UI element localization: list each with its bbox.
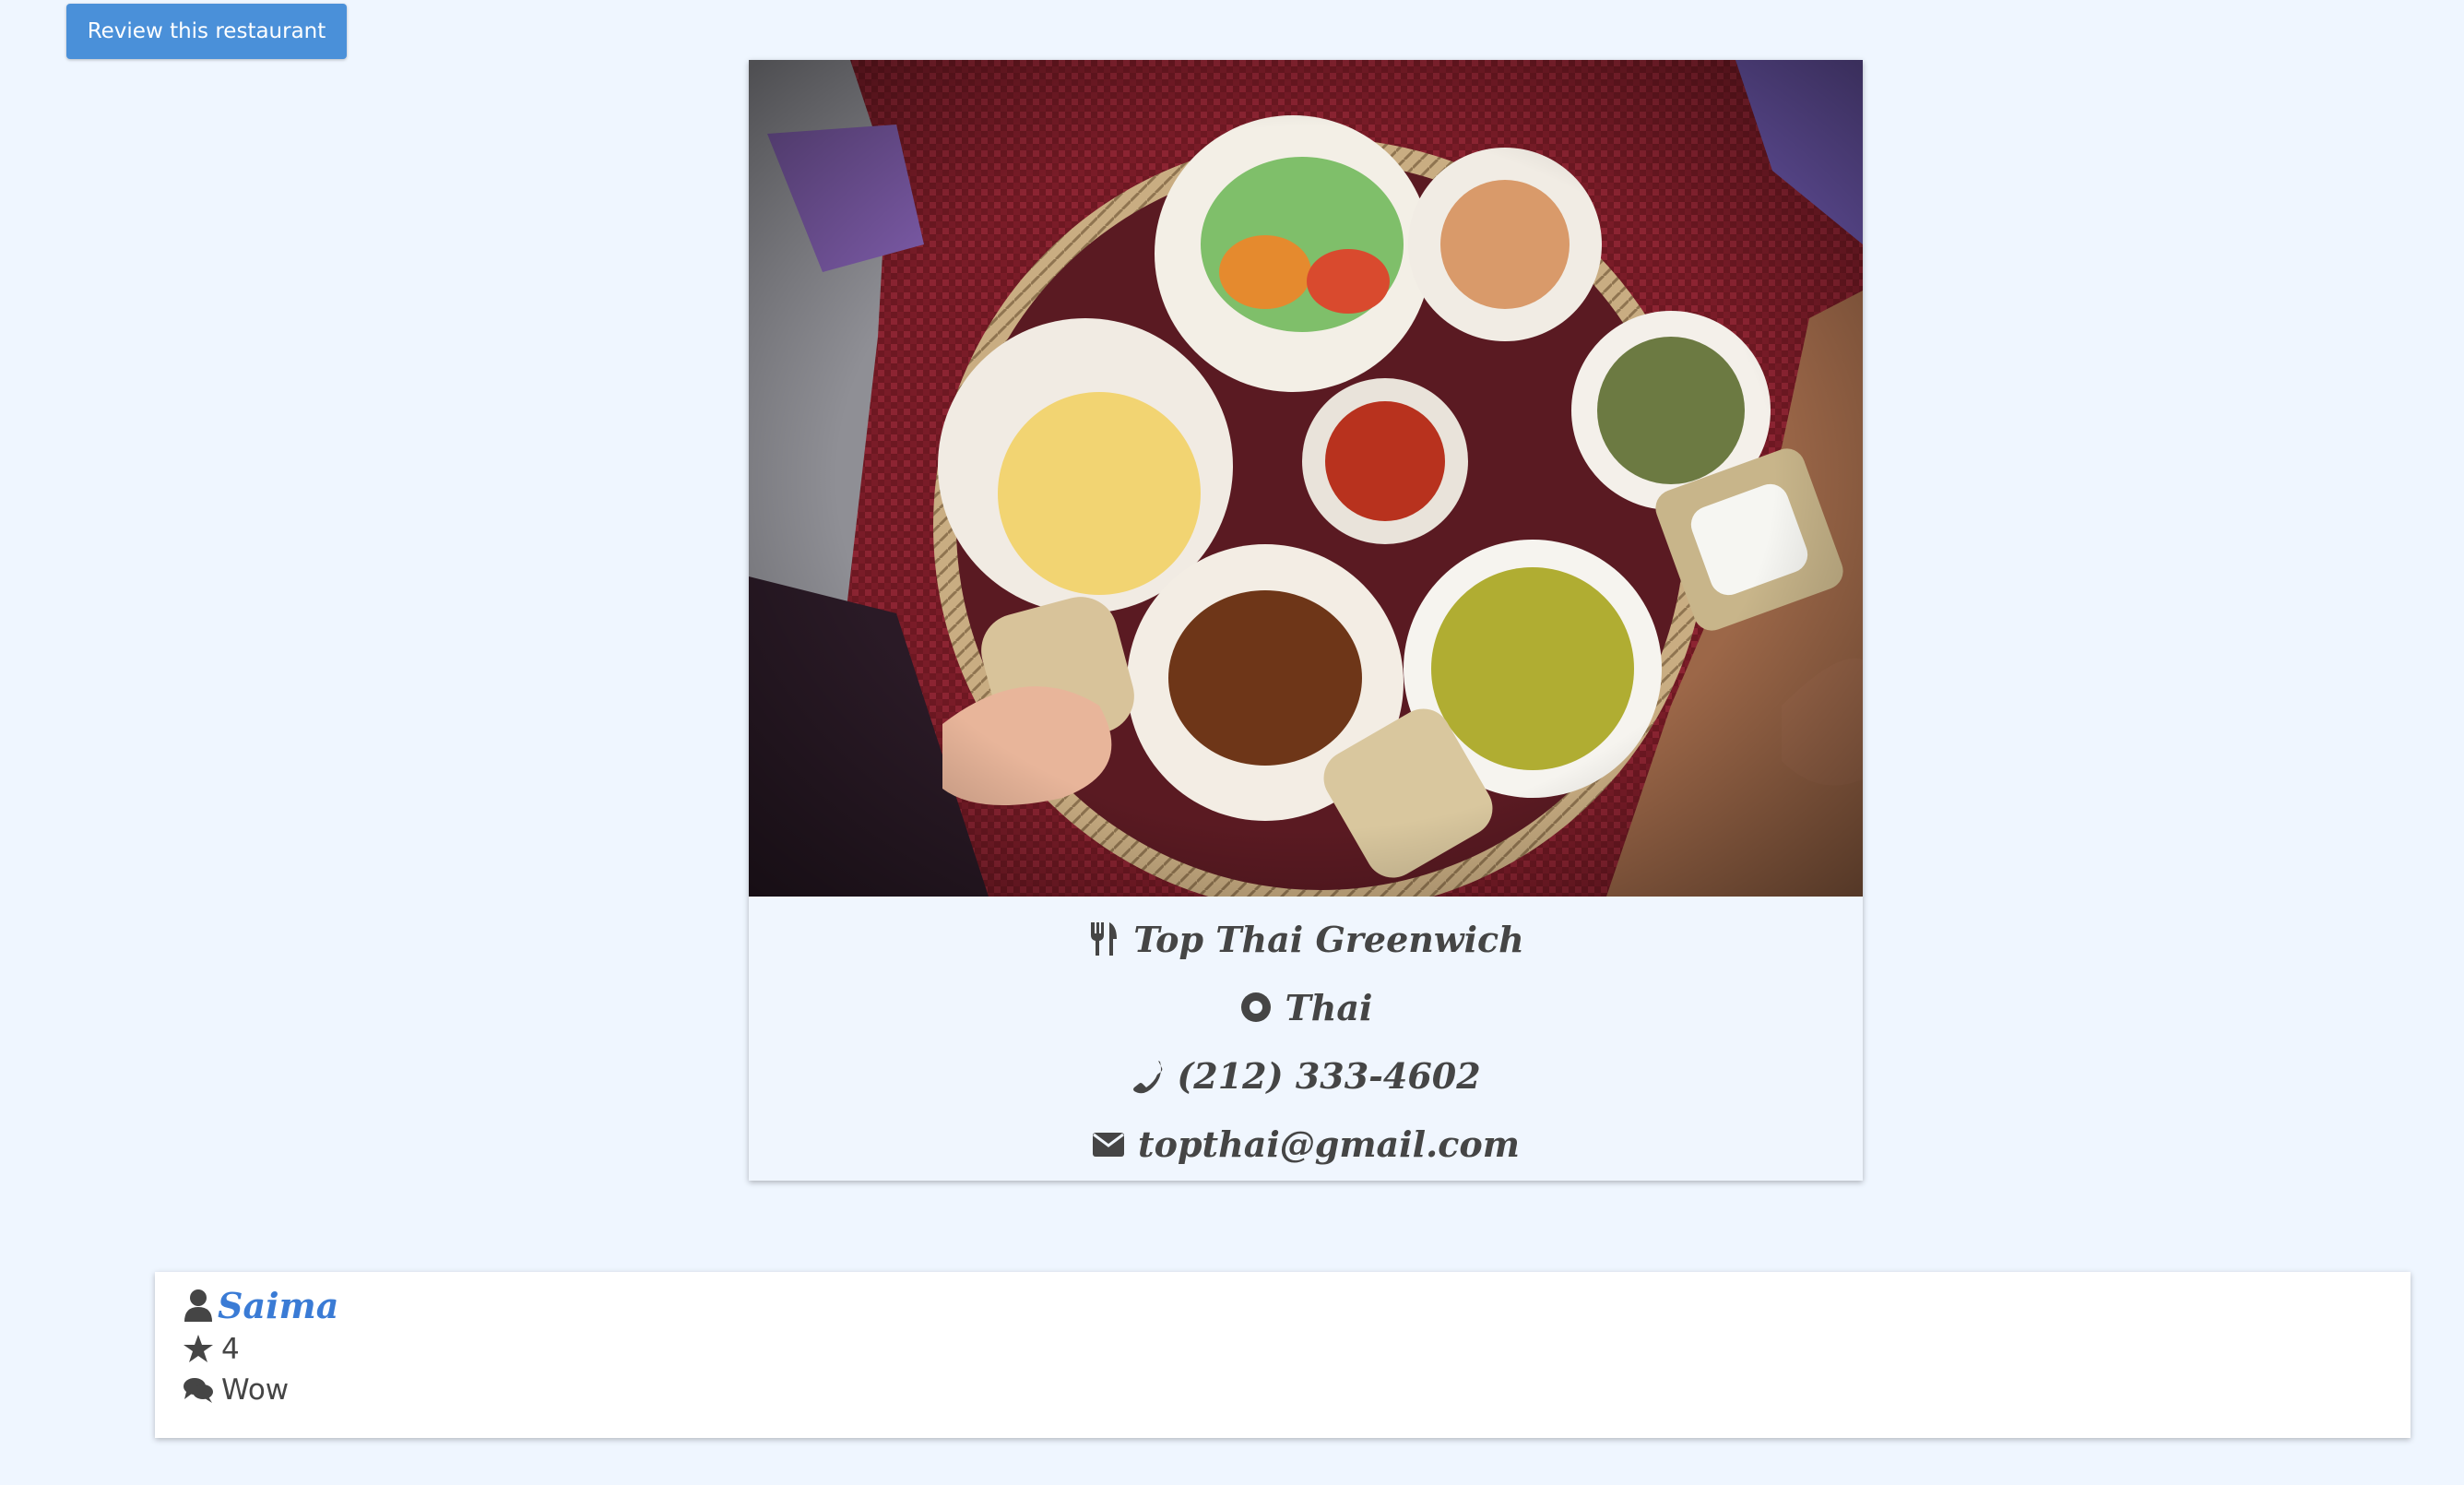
restaurant-info: Top Thai Greenwich Thai (212) 333-4602 t… (749, 897, 1863, 1181)
restaurant-phone: (212) 333-4602 (1177, 1054, 1481, 1097)
restaurant-photo (749, 60, 1863, 897)
review-author-row: Saima (183, 1285, 338, 1326)
user-icon (184, 1289, 212, 1322)
restaurant-name: Top Thai Greenwich (1133, 918, 1524, 960)
restaurant-page: Review this restaurant Top Thai Greenwic… (0, 0, 2464, 1485)
envelope-icon (1093, 1133, 1125, 1157)
phone-icon (1133, 1061, 1163, 1094)
review-comment: Wow (221, 1373, 290, 1407)
review-restaurant-button[interactable]: Review this restaurant (66, 4, 347, 59)
review-card: Saima 4 Wow (155, 1272, 2411, 1438)
restaurant-email-line: topthai@gmail.com (749, 1116, 1863, 1171)
star-icon (184, 1335, 213, 1362)
restaurant-cuisine-line: Thai (749, 980, 1863, 1035)
review-comment-row: Wow (183, 1370, 289, 1410)
restaurant-card: Top Thai Greenwich Thai (212) 333-4602 t… (749, 60, 1863, 1181)
restaurant-email: topthai@gmail.com (1138, 1123, 1520, 1165)
review-rating: 4 (221, 1333, 240, 1366)
restaurant-name-line: Top Thai Greenwich (749, 911, 1863, 967)
restaurant-phone-line: (212) 333-4602 (749, 1048, 1863, 1103)
comments-icon (184, 1378, 213, 1403)
reviewer-name-link[interactable]: Saima (218, 1285, 338, 1326)
dot-circle-icon (1240, 992, 1271, 1022)
restaurant-cuisine: Thai (1285, 986, 1373, 1028)
utensils-icon (1091, 922, 1118, 956)
review-rating-row: 4 (183, 1329, 240, 1370)
